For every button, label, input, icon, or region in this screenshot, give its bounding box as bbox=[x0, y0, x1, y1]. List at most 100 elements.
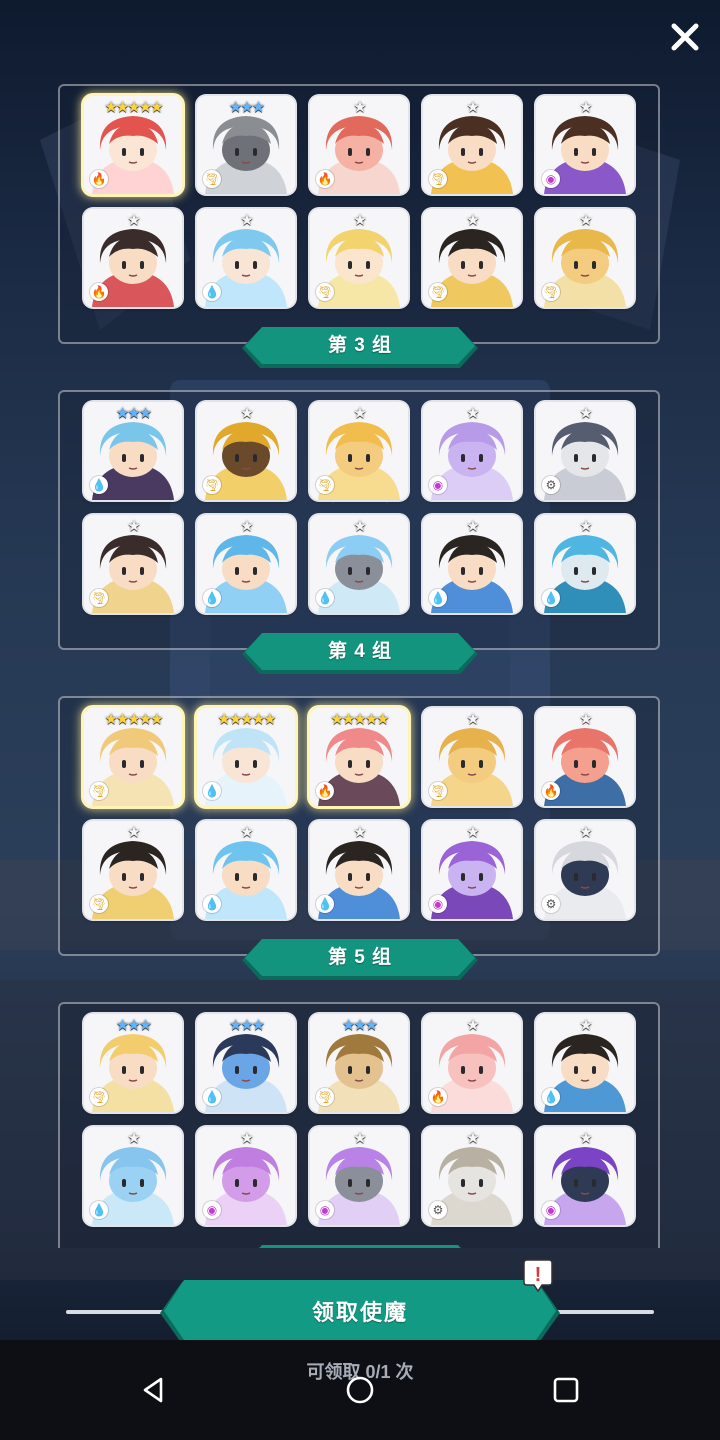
rarity-stars: ★ bbox=[353, 211, 366, 229]
familiar-card[interactable]: ★ 💧 bbox=[310, 821, 408, 919]
familiar-card[interactable]: ★ 🌪 bbox=[423, 96, 521, 194]
wind-element-icon: 🌪 bbox=[429, 782, 447, 800]
rarity-stars: ★★★ bbox=[228, 98, 265, 116]
rarity-stars: ★ bbox=[353, 823, 366, 841]
familiar-card[interactable]: ★★★★★ 💧 bbox=[197, 708, 295, 806]
wind-element-icon: 🌪 bbox=[316, 283, 334, 301]
nav-back-button[interactable] bbox=[132, 1368, 176, 1412]
familiar-group-box: ★★★★★ 🔥 ★★★ 🌪 ★ 🔥 ★ 🌪 ★ ◉ ★ 🔥 ★ 💧 ★ 🌪 ★ 🌪 ★ 🌪 bbox=[58, 84, 660, 344]
group-title-ribbon: 第 3 组 bbox=[242, 326, 478, 370]
familiar-card[interactable]: ★ ◉ bbox=[423, 402, 521, 500]
claim-button-label: 领取使魔 bbox=[311, 1300, 408, 1325]
rarity-stars: ★ bbox=[466, 1129, 479, 1147]
close-button[interactable] bbox=[662, 14, 708, 60]
wind-element-icon: 🌪 bbox=[542, 283, 560, 301]
rarity-stars: ★★★ bbox=[228, 1016, 265, 1034]
familiar-card[interactable]: ★ 🌪 bbox=[423, 708, 521, 806]
rarity-stars: ★ bbox=[466, 517, 479, 535]
nav-recents-button[interactable] bbox=[544, 1368, 588, 1412]
fire-element-icon: 🔥 bbox=[316, 170, 334, 188]
familiar-group-box: ★★★★★ 🌪 ★★★★★ 💧 ★★★★★ 🔥 ★ 🌪 ★ 🔥 ★ 🌪 ★ 💧 ★ 💧 ★ ◉ ★ ⚙ bbox=[58, 696, 660, 956]
machine-element-icon: ⚙ bbox=[542, 895, 560, 913]
familiar-card[interactable]: ★ 🌪 bbox=[197, 402, 295, 500]
water-element-icon: 💧 bbox=[542, 589, 560, 607]
wind-element-icon: 🌪 bbox=[203, 476, 221, 494]
group-title: 第 3 组 bbox=[327, 335, 393, 356]
familiar-card[interactable]: ★ 🌪 bbox=[84, 515, 182, 613]
familiar-card[interactable]: ★★★★★ 🌪 bbox=[84, 708, 182, 806]
rarity-stars: ★ bbox=[240, 823, 253, 841]
claim-familiar-button[interactable]: 领取使魔 bbox=[160, 1278, 560, 1348]
rarity-stars: ★ bbox=[127, 823, 140, 841]
familiar-card[interactable]: ★★★ 💧 bbox=[84, 402, 182, 500]
familiar-card[interactable]: ★★★ 🌪 bbox=[310, 1014, 408, 1112]
group-title: 第 4 组 bbox=[327, 641, 393, 662]
familiar-card[interactable]: ★ 🌪 bbox=[310, 209, 408, 307]
water-element-icon: 💧 bbox=[90, 476, 108, 494]
wind-element-icon: 🌪 bbox=[90, 782, 108, 800]
familiar-card[interactable]: ★★★★★ 🔥 bbox=[84, 96, 182, 194]
familiar-card[interactable]: ★ 💧 bbox=[197, 209, 295, 307]
familiar-card[interactable]: ★ ⚙ bbox=[536, 402, 634, 500]
familiar-card[interactable]: ★★★ 🌪 bbox=[197, 96, 295, 194]
rarity-stars: ★ bbox=[353, 98, 366, 116]
familiar-card[interactable]: ★ 💧 bbox=[84, 1127, 182, 1225]
machine-element-icon: ⚙ bbox=[542, 476, 560, 494]
wind-element-icon: 🌪 bbox=[90, 1088, 108, 1106]
rarity-stars: ★ bbox=[466, 404, 479, 422]
familiar-card[interactable]: ★ 🔥 bbox=[84, 209, 182, 307]
rarity-stars: ★ bbox=[466, 710, 479, 728]
fire-element-icon: 🔥 bbox=[316, 782, 334, 800]
fire-element-icon: 🔥 bbox=[542, 782, 560, 800]
familiar-card[interactable]: ★ 🔥 bbox=[536, 708, 634, 806]
familiar-card[interactable]: ★ 💧 bbox=[536, 515, 634, 613]
familiar-card[interactable]: ★ ◉ bbox=[310, 1127, 408, 1225]
familiar-card[interactable]: ★ ⚙ bbox=[423, 1127, 521, 1225]
rarity-stars: ★★★★★ bbox=[104, 98, 163, 116]
water-element-icon: 💧 bbox=[203, 589, 221, 607]
rarity-stars: ★ bbox=[466, 98, 479, 116]
familiar-card[interactable]: ★ 🔥 bbox=[310, 96, 408, 194]
familiar-card[interactable]: ★ 💧 bbox=[423, 515, 521, 613]
water-element-icon: 💧 bbox=[316, 589, 334, 607]
nav-home-button[interactable] bbox=[338, 1368, 382, 1412]
wind-element-icon: 🌪 bbox=[429, 283, 447, 301]
rarity-stars: ★ bbox=[579, 823, 592, 841]
familiar-card[interactable]: ★ 🔥 bbox=[423, 1014, 521, 1112]
rarity-stars: ★ bbox=[579, 517, 592, 535]
familiar-card[interactable]: ★ ◉ bbox=[536, 1127, 634, 1225]
back-triangle-icon bbox=[143, 1377, 163, 1403]
familiar-card[interactable]: ★★★ 🌪 bbox=[84, 1014, 182, 1112]
familiar-group-list[interactable]: ★★★★★ 🔥 ★★★ 🌪 ★ 🔥 ★ 🌪 ★ ◉ ★ 🔥 ★ 💧 ★ 🌪 ★ 🌪 ★ 🌪 ★★★ 💧 ★ 🌪 ★ 🌪 ★ ◉ ★ ⚙ ★ 🌪… bbox=[0, 78, 720, 1248]
rarity-stars: ★ bbox=[579, 98, 592, 116]
familiar-card[interactable]: ★ ◉ bbox=[423, 821, 521, 919]
water-element-icon: 💧 bbox=[203, 283, 221, 301]
divider-left bbox=[66, 1310, 172, 1314]
arcane-element-icon: ◉ bbox=[429, 895, 447, 913]
familiar-card[interactable]: ★ ⚙ bbox=[536, 821, 634, 919]
water-element-icon: 💧 bbox=[542, 1088, 560, 1106]
arcane-element-icon: ◉ bbox=[542, 170, 560, 188]
familiar-card[interactable]: ★ ◉ bbox=[536, 96, 634, 194]
familiar-card[interactable]: ★ 💧 bbox=[197, 515, 295, 613]
familiar-card[interactable]: ★ ◉ bbox=[197, 1127, 295, 1225]
familiar-card[interactable]: ★ 🌪 bbox=[423, 209, 521, 307]
familiar-card[interactable]: ★ 💧 bbox=[197, 821, 295, 919]
familiar-card[interactable]: ★ 🌪 bbox=[84, 821, 182, 919]
divider-right bbox=[548, 1310, 654, 1314]
familiar-card[interactable]: ★★★★★ 🔥 bbox=[310, 708, 408, 806]
group-title-ribbon: 第 4 组 bbox=[242, 632, 478, 676]
familiar-group-box: ★★★ 🌪 ★★★ 💧 ★★★ 🌪 ★ 🔥 ★ 💧 ★ 💧 ★ ◉ ★ ◉ ★ ⚙ ★ ◉ bbox=[58, 1002, 660, 1248]
rarity-stars: ★ bbox=[466, 1016, 479, 1034]
fire-element-icon: 🔥 bbox=[90, 170, 108, 188]
familiar-card[interactable]: ★ 💧 bbox=[536, 1014, 634, 1112]
rarity-stars: ★ bbox=[353, 1129, 366, 1147]
familiar-card[interactable]: ★ 💧 bbox=[310, 515, 408, 613]
alert-mark: ! bbox=[535, 1264, 542, 1286]
exclamation-icon: ! bbox=[523, 1259, 553, 1293]
familiar-card[interactable]: ★★★ 💧 bbox=[197, 1014, 295, 1112]
familiar-card[interactable]: ★ 🌪 bbox=[536, 209, 634, 307]
rarity-stars: ★ bbox=[240, 517, 253, 535]
familiar-card[interactable]: ★ 🌪 bbox=[310, 402, 408, 500]
home-circle-icon bbox=[346, 1376, 374, 1404]
